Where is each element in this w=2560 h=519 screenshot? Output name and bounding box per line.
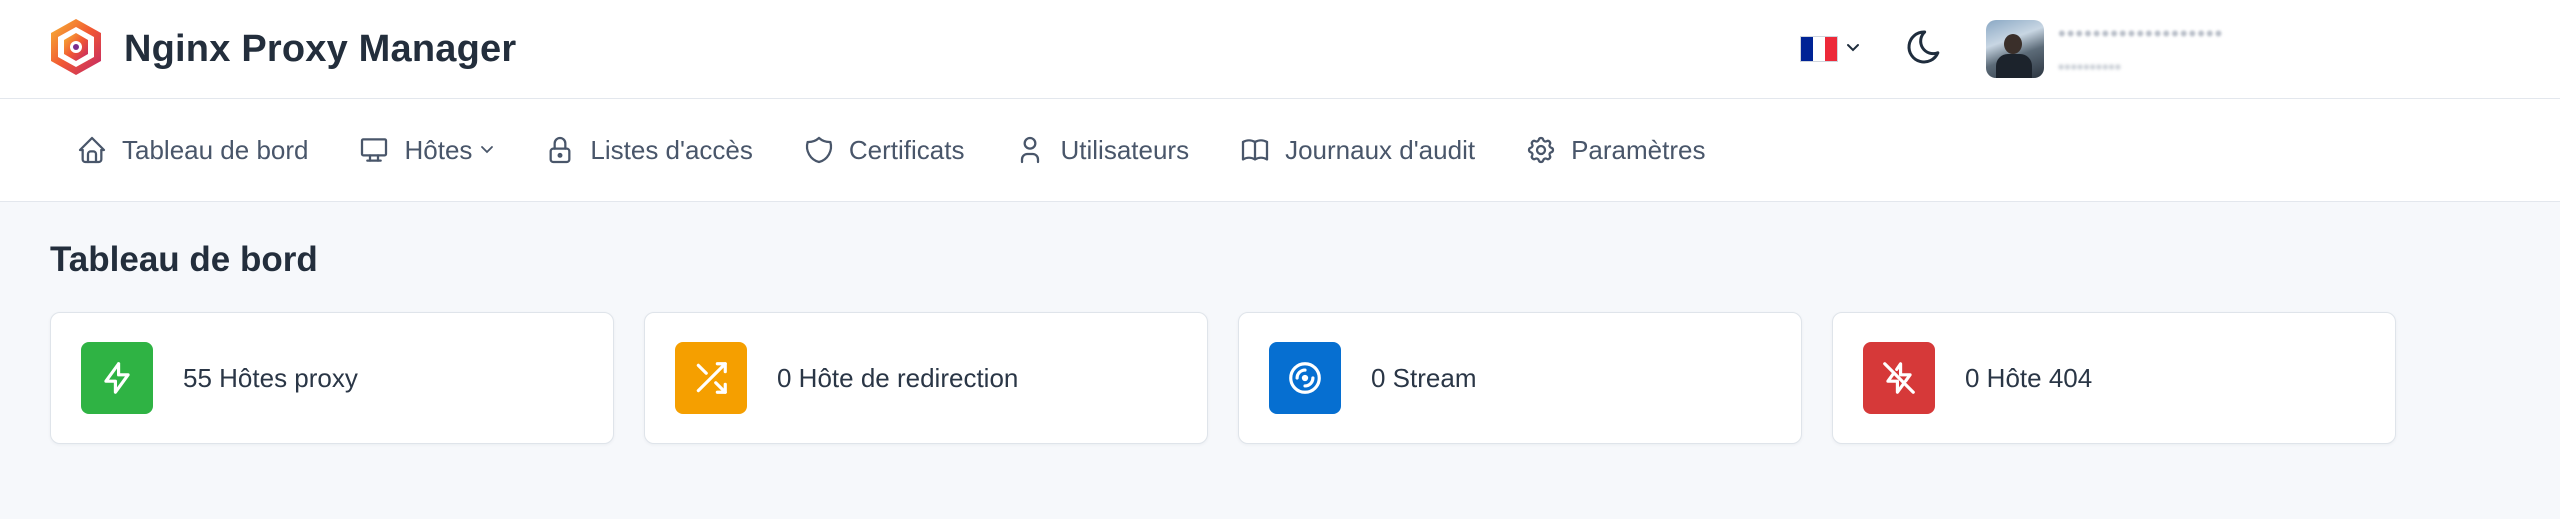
avatar: [1986, 20, 2044, 78]
disc-icon: [1269, 342, 1341, 414]
card-label: 0 Hôte 404: [1965, 362, 2093, 393]
user-icon: [1021, 136, 1040, 164]
user-name: •••••••••••••••••••: [2058, 20, 2224, 46]
book-icon: [1241, 139, 1269, 161]
bolt-off-icon: [1863, 342, 1935, 414]
chevron-down-icon: [481, 146, 494, 154]
lock-icon: [549, 136, 571, 164]
gear-icon: [1527, 136, 1555, 164]
chevron-down-icon: [1846, 40, 1860, 58]
page-title: Tableau de bord: [50, 240, 318, 279]
card-label: 55 Hôtes proxy: [183, 362, 358, 393]
monitor-icon: [361, 138, 388, 162]
main-navigation: Tableau de bord Hôtes Listes d'accès Cer…: [0, 99, 2560, 202]
nav-label: Listes d'accès: [590, 134, 753, 165]
card-404-hosts[interactable]: 0 Hôte 404: [1832, 312, 2396, 444]
nav-label: Paramètres: [1571, 134, 1706, 165]
stats-cards: 55 Hôtes proxy 0 Hôte de redirection 0 S…: [50, 312, 2510, 444]
user-menu[interactable]: ••••••••••••••••••• ••••••••••: [1986, 20, 2223, 78]
top-header: Nginx Proxy Manager ••••••••••••••••••• …: [0, 0, 2560, 99]
nav-label: Hôtes: [404, 134, 473, 165]
nav-item-audit-log[interactable]: Journaux d'audit: [1239, 134, 1475, 166]
card-proxy-hosts[interactable]: 55 Hôtes proxy: [50, 312, 614, 444]
user-role: ••••••••••: [2058, 56, 2122, 77]
nav-label: Journaux d'audit: [1285, 134, 1476, 165]
nav-item-dashboard[interactable]: Tableau de bord: [76, 134, 308, 166]
nav-item-certificates[interactable]: Certificats: [803, 134, 965, 166]
card-redirection-hosts[interactable]: 0 Hôte de redirection: [644, 312, 1208, 444]
shield-icon: [805, 136, 832, 164]
nav-label: Tableau de bord: [122, 134, 309, 165]
shuffle-icon: [675, 342, 747, 414]
moon-icon[interactable]: [1904, 27, 1944, 72]
card-label: 0 Hôte de redirection: [777, 362, 1019, 393]
brand[interactable]: Nginx Proxy Manager: [48, 17, 516, 82]
nav-label: Utilisateurs: [1060, 134, 1190, 165]
card-streams[interactable]: 0 Stream: [1238, 312, 1802, 444]
nav-item-users[interactable]: Utilisateurs: [1014, 134, 1189, 166]
nginx-proxy-manager-logo-icon: [48, 17, 104, 82]
nav-label: Certificats: [848, 134, 965, 165]
nav-item-access-lists[interactable]: Listes d'accès: [544, 134, 753, 166]
main-content: Tableau de bord 55 Hôtes proxy 0 Hôte de…: [0, 240, 2560, 444]
french-flag-icon: [1800, 36, 1838, 62]
bolt-icon: [81, 342, 153, 414]
card-label: 0 Stream: [1371, 362, 1477, 393]
nav-item-hosts[interactable]: Hôtes: [358, 134, 494, 166]
nav-item-settings[interactable]: Paramètres: [1525, 134, 1705, 166]
language-selector[interactable]: [1800, 36, 1860, 62]
app-title: Nginx Proxy Manager: [124, 27, 517, 70]
home-icon: [78, 136, 106, 164]
